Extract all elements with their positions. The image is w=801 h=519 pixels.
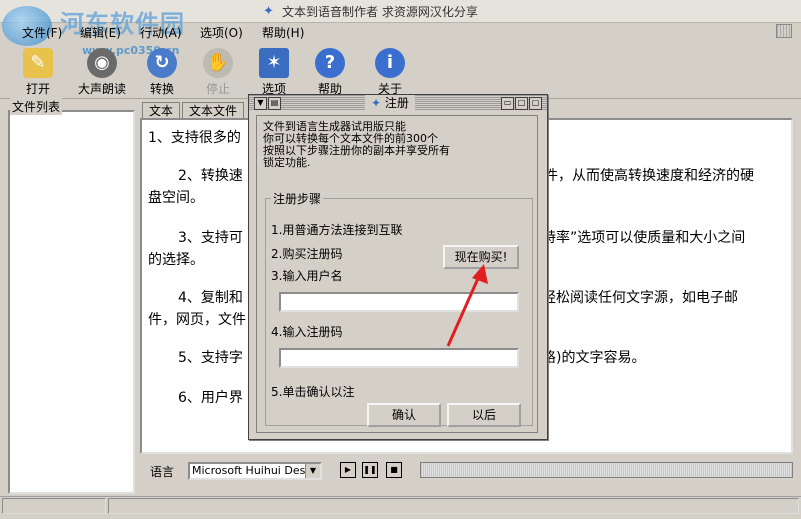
info-icon: i [375, 48, 405, 78]
read-aloud-button[interactable]: ◉ 大声朗读 [74, 44, 130, 98]
step-5-label: 5.单击确认以注 [271, 385, 355, 399]
dialog-title: ✦ 注册 [365, 95, 415, 111]
menu-edit[interactable]: 编辑(E) [80, 24, 121, 41]
stop-small-button[interactable]: ■ [386, 462, 402, 478]
dialog-close-icon[interactable]: ▢ [529, 97, 542, 110]
dialog-minimize-icon[interactable]: ▭ [501, 97, 514, 110]
open-folder-icon: ✎ [23, 48, 53, 78]
help-button[interactable]: ? 帮助 [302, 44, 358, 98]
window-title: 文本到语音制作者 求资源网汉化分享 [282, 5, 478, 19]
play-button[interactable]: ▶ [340, 462, 356, 478]
editor-line: 5、支持字 [178, 350, 243, 366]
editor-line: 特率”选项可以使质量和大小之间 [542, 230, 746, 246]
editor-line: 格)的文字容易。 [542, 350, 646, 366]
step-4-label: 4.输入注册码 [271, 325, 343, 339]
editor-line: 件，网页，文件 [148, 312, 246, 328]
status-cell [108, 498, 799, 514]
convert-icon: ↻ [147, 48, 177, 78]
speaker-icon: ◉ [87, 48, 117, 78]
step-1-label: 1.用普通方法连接到互联 [271, 223, 403, 237]
dialog-title-text: 注册 [384, 96, 409, 110]
editor-line: 4、复制和 [178, 290, 243, 306]
status-cell [2, 498, 106, 514]
menu-file[interactable]: 文件(F) [22, 24, 62, 41]
dialog-menu-icon[interactable]: ▼ [254, 97, 267, 110]
progress-bar [420, 462, 793, 478]
voice-select-value: Microsoft Huihui Desktop [192, 464, 322, 477]
group-label: 注册步骤 [271, 190, 324, 207]
tab-text[interactable]: 文本 [142, 102, 181, 119]
pause-button[interactable]: ❚❚ [362, 462, 378, 478]
chevron-down-icon[interactable]: ▼ [305, 464, 320, 478]
editor-line: 3、支持可 [178, 230, 243, 246]
step-3-label: 3.输入用户名 [271, 269, 343, 283]
editor-line: 轻松阅读任何文字源，如电子邮 [542, 290, 738, 306]
dialog-maximize-icon[interactable]: □ [515, 97, 528, 110]
convert-button[interactable]: ↻ 转换 [134, 44, 190, 98]
menu-help[interactable]: 帮助(H) [262, 24, 304, 41]
language-label: 语言 [150, 465, 175, 479]
voice-select[interactable]: Microsoft Huihui Desktop ▼ [188, 462, 322, 480]
app-icon: ✦ [263, 4, 274, 19]
about-button[interactable]: i 关于 [362, 44, 418, 98]
editor-line: 2、转换速 [178, 168, 243, 184]
editor-line: 的选择。 [148, 252, 204, 268]
dialog-rollup-icon[interactable]: ▤ [268, 97, 281, 110]
dialog-title-icon: ✦ [371, 96, 382, 110]
menu-action[interactable]: 行动(A) [140, 24, 182, 41]
toolbar-grip[interactable] [776, 24, 792, 38]
step-2-label: 2.购买注册码 [271, 247, 343, 261]
help-icon: ? [315, 48, 345, 78]
register-dialog: ▼ ▤ ✦ 注册 ▭ □ ▢ 文件到语言生成器试用版只能 你可以转换每个文本文件… [248, 94, 548, 440]
editor-line: 1、支持很多的 [148, 130, 241, 146]
tab-text-file[interactable]: 文本文件 [182, 102, 245, 119]
editor-line: 件，从而使高转换速度和经济的硬 [544, 168, 754, 184]
editor-line: 盘空间。 [148, 190, 204, 206]
file-list[interactable] [8, 110, 135, 494]
stop-button[interactable]: ✋ 停止 [190, 44, 246, 98]
options-icon: ✶ [259, 48, 289, 78]
editor-line: 6、用户界 [178, 390, 243, 406]
annotation-arrow [446, 264, 488, 347]
confirm-button[interactable]: 确认 [367, 403, 441, 427]
open-button[interactable]: ✎ 打开 [10, 44, 66, 98]
later-button[interactable]: 以后 [447, 403, 521, 427]
menu-options[interactable]: 选项(O) [200, 24, 243, 41]
file-list-label: 文件列表 [10, 98, 63, 115]
dialog-intro-line: 锁定功能. [263, 156, 311, 169]
options-button[interactable]: ✶ 选项 [246, 44, 302, 98]
stop-hand-icon: ✋ [203, 48, 233, 78]
